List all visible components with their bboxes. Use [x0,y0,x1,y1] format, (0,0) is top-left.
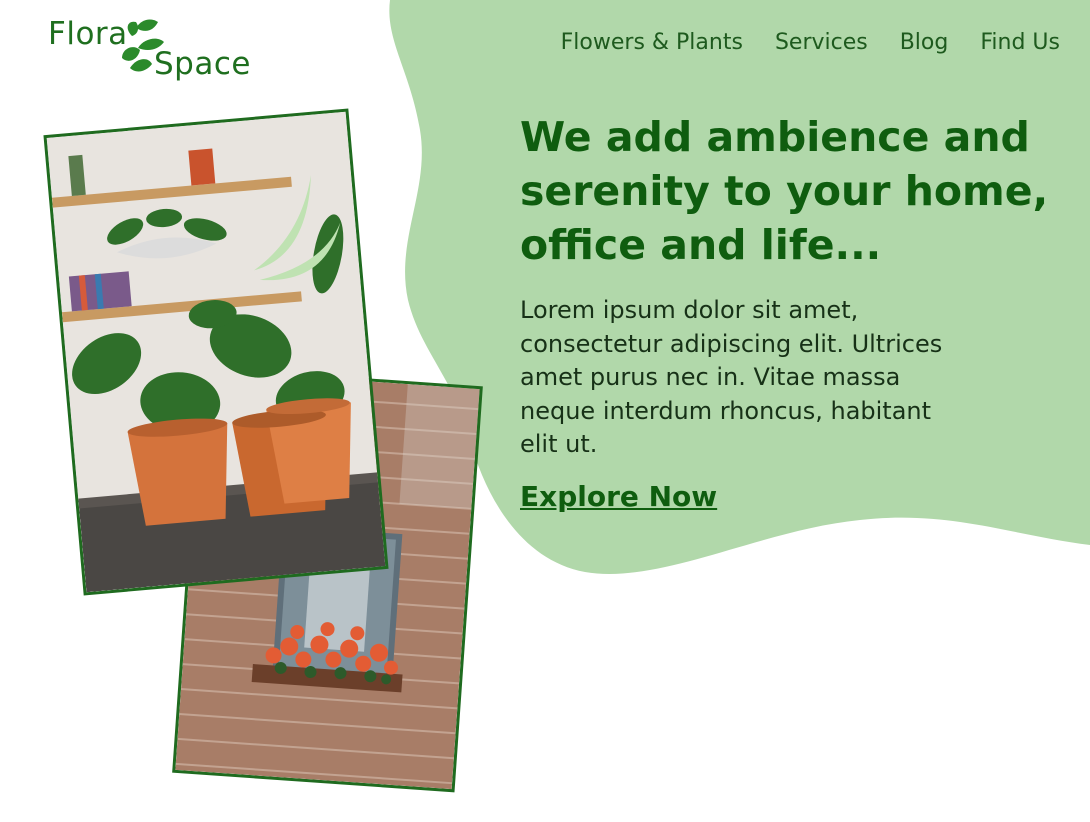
hero-headline: We add ambience and serenity to your hom… [520,113,1049,269]
nav-item-find-us[interactable]: Find Us [980,30,1060,55]
potted-plants-shelf-photo [43,108,389,596]
main-nav: Flowers & Plants Services Blog Find Us [561,30,1060,55]
hero-body-text: Lorem ipsum dolor sit amet, consectetur … [520,296,943,458]
nav-item-flowers-plants[interactable]: Flowers & Plants [561,30,743,55]
brand-logo[interactable]: Flora Space [48,16,258,86]
nav-item-services[interactable]: Services [775,30,868,55]
brand-name-line2: Space [154,46,251,82]
nav-item-blog[interactable]: Blog [900,30,949,55]
explore-now-link[interactable]: Explore Now [520,480,717,513]
brand-name-line1: Flora [48,16,128,52]
